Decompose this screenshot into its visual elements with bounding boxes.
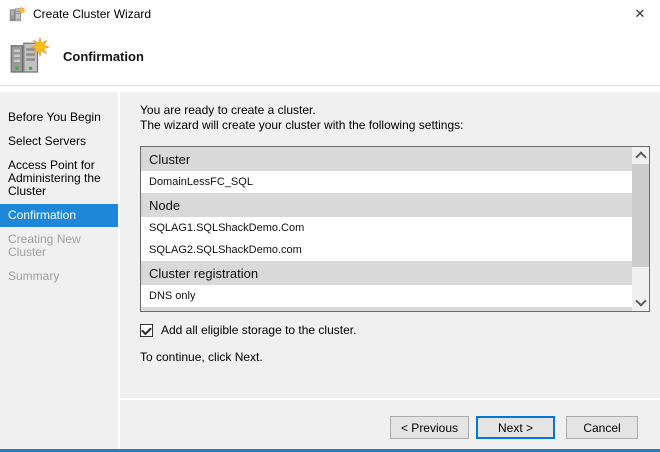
settings-section-header: Cluster [141, 147, 632, 171]
close-icon[interactable]: ✕ [620, 0, 660, 28]
settings-section-header: Cluster registration [141, 261, 632, 285]
settings-rows: Cluster DomainLessFC_SQL Node SQLAG1.SQLSha… [141, 147, 632, 311]
scroll-up-button[interactable] [632, 147, 649, 164]
wizard-body: Before You Begin Select Servers Access Poi… [0, 92, 660, 449]
create-cluster-wizard-window: Create Cluster Wizard ✕ Confirmation Bef… [0, 0, 660, 452]
settings-value-row: SQLAG2.SQLShackDemo.com [141, 239, 632, 261]
settings-section-header: Node [141, 193, 632, 217]
chevron-up-icon [634, 151, 647, 163]
wizard-page-header: Confirmation [0, 28, 660, 86]
confirmation-page-icon [10, 35, 50, 79]
settings-report-list: Cluster DomainLessFC_SQL Node SQLAG1.SQLSha… [140, 146, 650, 312]
cluster-wizard-app-icon [9, 5, 26, 23]
sidebar-item-select-servers[interactable]: Select Servers [0, 130, 118, 153]
cancel-button[interactable]: Cancel [566, 416, 638, 439]
chevron-down-icon [634, 295, 647, 307]
scrollbar-thumb[interactable] [632, 164, 649, 267]
continue-hint: To continue, click Next. [140, 350, 263, 364]
settings-value-row: SQLAG1.SQLShackDemo.Com [141, 217, 632, 239]
sidebar-item-confirmation[interactable]: Confirmation [0, 204, 118, 227]
confirmation-content: You are ready to create a cluster. The w… [120, 92, 660, 398]
titlebar: Create Cluster Wizard ✕ [0, 0, 660, 28]
settings-value-row: DNS only [141, 285, 632, 307]
intro-line-1: You are ready to create a cluster. [140, 103, 316, 117]
page-title: Confirmation [63, 49, 144, 64]
intro-line-2: The wizard will create your cluster with… [140, 118, 464, 132]
next-button[interactable]: Next > [476, 416, 555, 439]
settings-next-section-sliver [141, 307, 632, 311]
settings-scrollbar[interactable] [632, 147, 649, 311]
sidebar-item-access-point-for-administering-the-cluster[interactable]: Access Point for Administering the Clust… [0, 154, 118, 203]
window-title: Create Cluster Wizard [33, 7, 152, 21]
sidebar-item-before-you-begin[interactable]: Before You Begin [0, 106, 118, 129]
previous-button[interactable]: < Previous [389, 416, 469, 439]
scroll-down-button[interactable] [632, 294, 649, 311]
add-storage-checkbox[interactable] [140, 323, 153, 337]
add-storage-row: Add all eligible storage to the cluster. [140, 323, 650, 337]
content-column: You are ready to create a cluster. The w… [120, 92, 660, 449]
checkmark-icon [141, 324, 152, 335]
sidebar-item-summary[interactable]: Summary [0, 265, 118, 288]
footer-buttons: < Previous Next > Cancel [120, 400, 660, 449]
add-storage-label[interactable]: Add all eligible storage to the cluster. [161, 323, 356, 337]
sidebar-item-creating-new-cluster[interactable]: Creating New Cluster [0, 228, 118, 264]
settings-value-row: DomainLessFC_SQL [141, 171, 632, 193]
wizard-steps: Before You Begin Select Servers Access Poi… [0, 92, 118, 449]
